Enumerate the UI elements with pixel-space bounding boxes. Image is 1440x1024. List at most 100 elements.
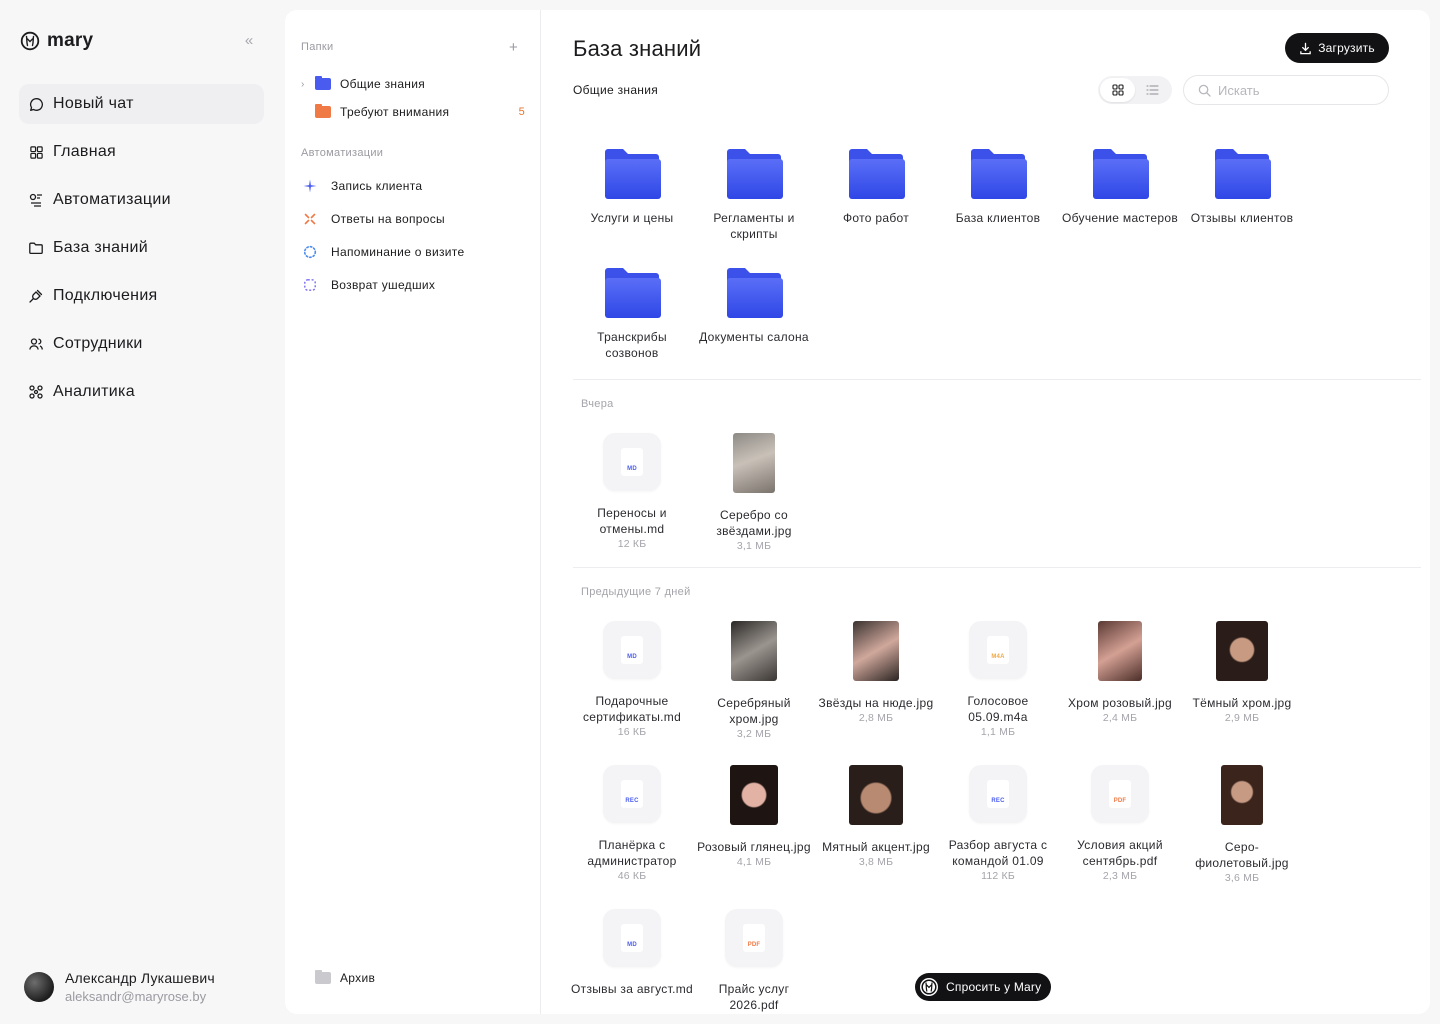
brand[interactable]: mary <box>20 30 93 52</box>
file-card[interactable]: PDF Условия акций сентябрь.pdf 2,3 МБ <box>1059 765 1181 883</box>
dashed-square-icon <box>303 278 317 292</box>
main-content: База знаний Общие знания Загрузить Услуг… <box>541 10 1430 1014</box>
file-card[interactable]: M4A Голосовое 05.09.m4a 1,1 МБ <box>937 621 1059 739</box>
folder-name: Транскрибы созвонов <box>597 330 667 360</box>
image-thumbnail <box>853 621 899 681</box>
list-icon <box>1146 85 1159 95</box>
sidebar-item-automations[interactable]: Автоматизации <box>19 180 264 220</box>
breadcrumb[interactable]: Общие знания <box>573 83 658 97</box>
grid-icon <box>28 144 44 160</box>
md-file-icon: MD <box>603 621 661 679</box>
upload-button[interactable]: Загрузить <box>1285 33 1389 63</box>
automation-label: Напоминание о визите <box>331 245 465 259</box>
sidebar-item-employees[interactable]: Сотрудники <box>19 324 264 364</box>
sidebar-item-new-chat[interactable]: Новый чат <box>19 84 264 124</box>
file-card[interactable]: MD Подарочные сертификаты.md 16 КБ <box>571 621 693 739</box>
folder-card[interactable]: Обучение мастеров <box>1059 148 1181 226</box>
archive-item[interactable]: Архив <box>315 967 543 989</box>
divider <box>573 567 1421 568</box>
folder-name: База клиентов <box>955 211 1041 225</box>
automation-label: Запись клиента <box>331 179 423 193</box>
file-card[interactable]: Хром розовый.jpg 2,4 МБ <box>1059 621 1181 725</box>
file-card[interactable]: Серебряный хром.jpg 3,2 МБ <box>693 621 815 741</box>
image-thumbnail <box>1221 765 1263 825</box>
dotted-circle-icon <box>303 245 317 259</box>
folder-card[interactable]: Фото работ <box>815 148 937 226</box>
folder-blue-icon <box>315 76 331 90</box>
folders-heading: Папки <box>301 41 334 53</box>
file-card[interactable]: MD Переносы и отмены.md 12 КБ <box>571 433 693 551</box>
search-icon <box>1198 84 1211 97</box>
folder-icon <box>1091 148 1149 200</box>
folder-card[interactable]: Транскрибы созвонов <box>571 267 693 361</box>
folder-item-general[interactable]: › Общие знания <box>301 73 529 95</box>
image-thumbnail <box>1216 621 1268 681</box>
file-name: Отзывы за август.md <box>571 982 693 996</box>
automation-item[interactable]: Запись клиента <box>303 176 422 196</box>
md-file-icon: MD <box>603 909 661 967</box>
folder-card[interactable]: База клиентов <box>937 148 1059 226</box>
file-card[interactable]: Тёмный хром.jpg 2,9 МБ <box>1181 621 1303 725</box>
folder-name: Отзывы клиентов <box>1190 211 1294 225</box>
file-card[interactable]: Серебро со звёздами.jpg 3,1 МБ <box>693 433 815 553</box>
file-name: Серо-фиолетовый.jpg <box>1195 840 1289 870</box>
automation-item[interactable]: Напоминание о визите <box>303 242 464 262</box>
file-name: Голосовое 05.09.m4a <box>967 694 1029 724</box>
sidebar-item-analytics[interactable]: Аналитика <box>19 372 264 412</box>
file-card[interactable]: REC Планёрка с администратор 46 КБ <box>571 765 693 883</box>
automation-item[interactable]: Ответы на вопросы <box>303 209 445 229</box>
file-card[interactable]: Звёзды на нюде.jpg 2,8 МБ <box>815 621 937 725</box>
folder-card[interactable]: Регламенты и скрипты <box>693 148 815 242</box>
mary-logo-icon <box>920 978 938 996</box>
folder-name: Регламенты и скрипты <box>713 211 795 241</box>
sidebar: mary « Новый чат Главная Автоматизации Б <box>0 0 285 1024</box>
file-size: 2,4 МБ <box>1102 712 1138 724</box>
file-name: Разбор августа с командой 01.09 <box>948 838 1048 868</box>
file-name: Подарочные сертификаты.md <box>582 694 682 724</box>
sidebar-item-label: Автоматизации <box>53 191 171 208</box>
file-size: 2,9 МБ <box>1224 712 1260 724</box>
brand-name: mary <box>47 30 94 51</box>
file-card[interactable]: REC Разбор августа с командой 01.09 112 … <box>937 765 1059 883</box>
folder-icon <box>28 240 44 256</box>
folder-card[interactable]: Документы салона <box>693 267 815 345</box>
user-profile[interactable]: Александр Лукашевич aleksandr@maryrose.b… <box>24 970 215 1004</box>
file-card[interactable]: MD Отзывы за август.md <box>571 909 693 997</box>
grid-view-button[interactable] <box>1100 78 1135 102</box>
file-size: 4,1 МБ <box>736 856 772 868</box>
file-size: 3,1 МБ <box>736 540 772 552</box>
folder-icon <box>1213 148 1271 200</box>
download-icon <box>1300 42 1311 54</box>
file-name: Условия акций сентябрь.pdf <box>1077 838 1163 868</box>
collapse-sidebar-icon[interactable]: « <box>240 32 258 50</box>
file-card[interactable]: Мятный акцент.jpg 3,8 МБ <box>815 765 937 869</box>
ask-mary-label: Спросить у Mary <box>946 980 1042 994</box>
search-input[interactable] <box>1218 82 1378 98</box>
folder-card[interactable]: Отзывы клиентов <box>1181 148 1303 226</box>
file-card[interactable]: Розовый глянец.jpg 4,1 МБ <box>693 765 815 869</box>
file-size: 3,2 МБ <box>736 728 772 740</box>
divider <box>573 379 1421 380</box>
folder-name: Обучение мастеров <box>1062 211 1178 225</box>
file-name: Прайс услуг 2026.pdf <box>718 982 790 1012</box>
image-thumbnail <box>733 433 775 493</box>
file-size: 1,1 МБ <box>980 726 1016 738</box>
sidebar-item-knowledge-base[interactable]: База знаний <box>19 228 264 268</box>
sidebar-item-label: Главная <box>53 143 116 160</box>
add-folder-icon[interactable]: + <box>509 40 518 55</box>
folder-card[interactable]: Услуги и цены <box>571 148 693 226</box>
list-view-button[interactable] <box>1135 78 1170 102</box>
analytics-icon <box>28 384 44 400</box>
sidebar-item-connections[interactable]: Подключения <box>19 276 264 316</box>
search-field[interactable] <box>1183 75 1389 105</box>
file-card[interactable]: Серо-фиолетовый.jpg 3,6 МБ <box>1181 765 1303 885</box>
sidebar-item-home[interactable]: Главная <box>19 132 264 172</box>
file-size: 112 КБ <box>981 870 1015 882</box>
pdf-file-icon: PDF <box>725 909 783 967</box>
folder-item-attention[interactable]: Требуют внимания 5 <box>301 101 529 123</box>
sparkle-icon <box>303 179 317 193</box>
automation-item[interactable]: Возврат ушедших <box>303 275 435 295</box>
file-name: Хром розовый.jpg <box>1067 696 1173 710</box>
ask-mary-button[interactable]: Спросить у Mary <box>915 973 1052 1001</box>
file-card[interactable]: PDF Прайс услуг 2026.pdf <box>693 909 815 1013</box>
